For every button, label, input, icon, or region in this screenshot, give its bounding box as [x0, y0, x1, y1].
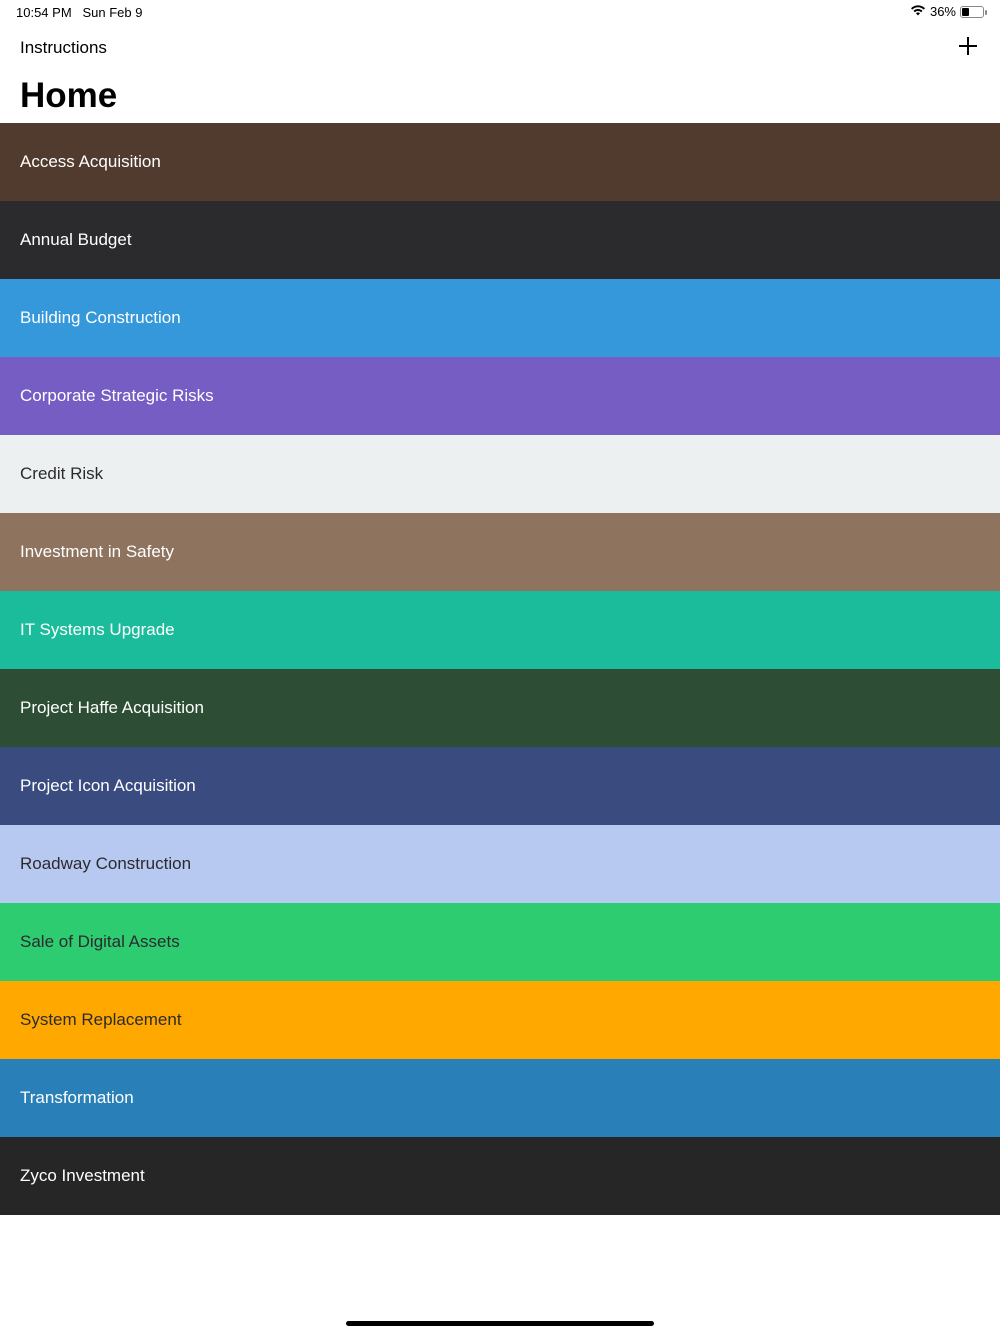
time-text: 10:54 PM: [16, 5, 72, 20]
list-item[interactable]: Annual Budget: [0, 201, 1000, 279]
home-indicator[interactable]: [346, 1321, 654, 1326]
add-icon[interactable]: [958, 36, 978, 56]
status-bar: 10:54 PM Sun Feb 9 36%: [0, 0, 1000, 24]
instructions-button[interactable]: Instructions: [20, 38, 107, 58]
project-list: Access Acquisition Annual Budget Building …: [0, 123, 1000, 1215]
list-item[interactable]: IT Systems Upgrade: [0, 591, 1000, 669]
list-item-label: Building Construction: [20, 308, 181, 327]
battery-icon: [960, 5, 987, 18]
list-item-label: Roadway Construction: [20, 854, 192, 873]
list-item-label: IT Systems Upgrade: [20, 620, 175, 639]
list-item-label: Credit Risk: [20, 464, 104, 483]
list-item-label: Corporate Strategic Risks: [20, 386, 214, 405]
list-item-label: Access Acquisition: [20, 152, 161, 171]
list-item-label: Project Haffe Acquisition: [20, 698, 204, 717]
list-item[interactable]: System Replacement: [0, 981, 1000, 1059]
list-item[interactable]: Sale of Digital Assets: [0, 903, 1000, 981]
list-item[interactable]: Credit Risk: [0, 435, 1000, 513]
list-item-label: Transformation: [20, 1088, 134, 1107]
list-item[interactable]: Project Haffe Acquisition: [0, 669, 1000, 747]
list-item-label: Project Icon Acquisition: [20, 776, 196, 795]
status-time: 10:54 PM Sun Feb 9: [16, 5, 143, 20]
list-item[interactable]: Transformation: [0, 1059, 1000, 1137]
list-item-label: System Replacement: [20, 1010, 182, 1029]
wifi-icon: [910, 4, 926, 19]
list-item[interactable]: Corporate Strategic Risks: [0, 357, 1000, 435]
list-item[interactable]: Zyco Investment: [0, 1137, 1000, 1215]
list-item-label: Annual Budget: [20, 230, 132, 249]
list-item-label: Sale of Digital Assets: [20, 932, 180, 951]
date-text: Sun Feb 9: [82, 5, 143, 20]
list-item-label: Zyco Investment: [20, 1166, 145, 1185]
list-item[interactable]: Building Construction: [0, 279, 1000, 357]
battery-percent: 36%: [929, 4, 956, 19]
page-title: Home: [20, 76, 118, 115]
list-item-label: Investment in Safety: [20, 542, 175, 561]
status-right: 36%: [910, 4, 987, 19]
list-item[interactable]: Project Icon Acquisition: [0, 747, 1000, 825]
list-item[interactable]: Roadway Construction: [0, 825, 1000, 903]
list-item[interactable]: Investment in Safety: [0, 513, 1000, 591]
list-item[interactable]: Access Acquisition: [0, 123, 1000, 201]
